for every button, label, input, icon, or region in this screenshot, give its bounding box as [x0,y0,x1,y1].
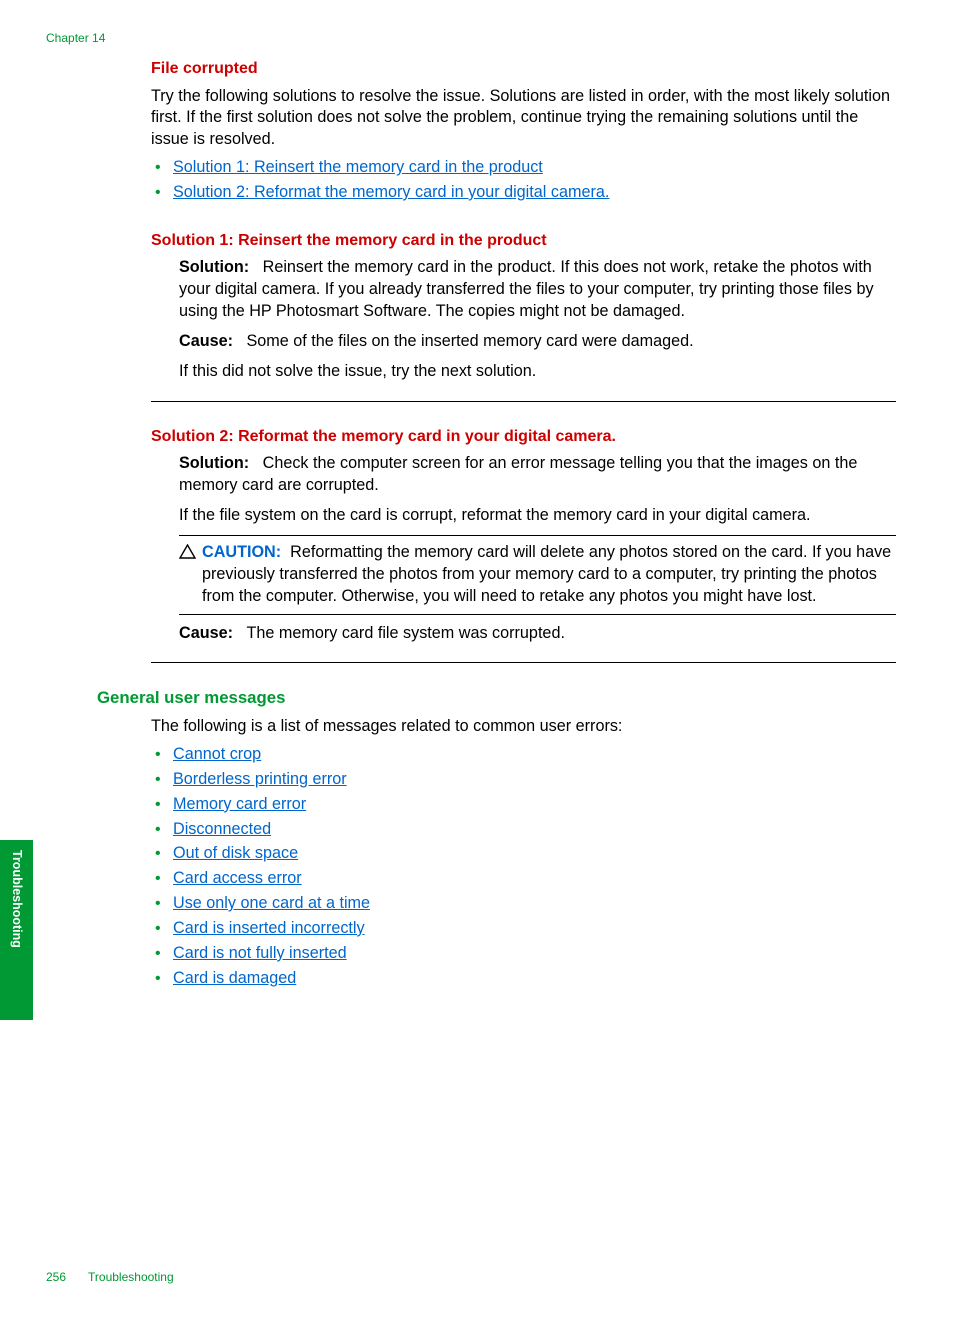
solution-1-body: Solution: Reinsert the memory card in th… [151,257,896,382]
list-item: Use only one card at a time [151,893,896,915]
memory-card-error-link[interactable]: Memory card error [173,795,306,813]
solution-label: Solution: [179,258,249,276]
divider [151,662,896,663]
caution-text: CAUTION: Reformatting the memory card wi… [202,542,896,608]
caution-divider-top [179,535,896,536]
list-item: Memory card error [151,794,896,816]
side-tab-label: Troubleshooting [0,840,33,1020]
general-heading: General user messages [97,687,896,710]
solution-text: Check the computer screen for an error m… [179,454,857,494]
use-only-one-card-link[interactable]: Use only one card at a time [173,894,370,912]
card-not-fully-inserted-link[interactable]: Card is not fully inserted [173,944,347,962]
list-item: Solution 2: Reformat the memory card in … [151,182,896,204]
page-content: File corrupted Try the following solutio… [151,58,896,993]
cause-label: Cause: [179,624,233,642]
caution-label: CAUTION: [202,543,281,561]
cause-text: The memory card file system was corrupte… [246,624,564,642]
general-user-messages: General user messages The following is a… [97,687,896,989]
solution-2-link[interactable]: Solution 2: Reformat the memory card in … [173,183,609,201]
caution-block: CAUTION: Reformatting the memory card wi… [179,535,896,615]
solution-2-cause: Cause: The memory card file system was c… [179,623,896,645]
card-access-error-link[interactable]: Card access error [173,869,302,887]
file-corrupted-links: Solution 1: Reinsert the memory card in … [151,157,896,204]
caution-body: Reformatting the memory card will delete… [202,543,891,605]
list-item: Borderless printing error [151,769,896,791]
general-links: Cannot crop Borderless printing error Me… [151,744,896,990]
file-corrupted-intro: Try the following solutions to resolve t… [151,86,896,152]
solution-1-followup: If this did not solve the issue, try the… [179,361,896,383]
page-number: 256 [46,1270,66,1284]
solution-label: Solution: [179,454,249,472]
solution-1-cause: Cause: Some of the files on the inserted… [179,331,896,353]
list-item: Out of disk space [151,843,896,865]
side-tab: Troubleshooting [0,840,33,1020]
caution-divider-bottom [179,614,896,615]
page-footer: 256 Troubleshooting [46,1269,174,1285]
solution-2-extra: If the file system on the card is corrup… [179,505,896,527]
disconnected-link[interactable]: Disconnected [173,820,271,838]
general-intro: The following is a list of messages rela… [151,716,896,738]
cause-label: Cause: [179,332,233,350]
card-inserted-incorrectly-link[interactable]: Card is inserted incorrectly [173,919,365,937]
caution-icon [179,544,196,566]
solution-1-link[interactable]: Solution 1: Reinsert the memory card in … [173,158,543,176]
card-is-damaged-link[interactable]: Card is damaged [173,969,296,987]
cause-text: Some of the files on the inserted memory… [246,332,693,350]
solution-1-solution: Solution: Reinsert the memory card in th… [179,257,896,323]
solution-2-heading: Solution 2: Reformat the memory card in … [151,426,896,448]
chapter-label: Chapter 14 [46,30,105,46]
list-item: Card is inserted incorrectly [151,918,896,940]
solution-1-heading: Solution 1: Reinsert the memory card in … [151,230,896,252]
list-item: Cannot crop [151,744,896,766]
out-of-disk-space-link[interactable]: Out of disk space [173,844,298,862]
list-item: Solution 1: Reinsert the memory card in … [151,157,896,179]
solution-2-solution: Solution: Check the computer screen for … [179,453,896,497]
cannot-crop-link[interactable]: Cannot crop [173,745,261,763]
list-item: Card is damaged [151,968,896,990]
file-corrupted-heading: File corrupted [151,58,896,80]
list-item: Card is not fully inserted [151,943,896,965]
solution-text: Reinsert the memory card in the product.… [179,258,874,320]
solution-2-body: Solution: Check the computer screen for … [151,453,896,644]
divider [151,401,896,402]
footer-section: Troubleshooting [88,1270,174,1284]
list-item: Disconnected [151,819,896,841]
borderless-printing-error-link[interactable]: Borderless printing error [173,770,347,788]
list-item: Card access error [151,868,896,890]
